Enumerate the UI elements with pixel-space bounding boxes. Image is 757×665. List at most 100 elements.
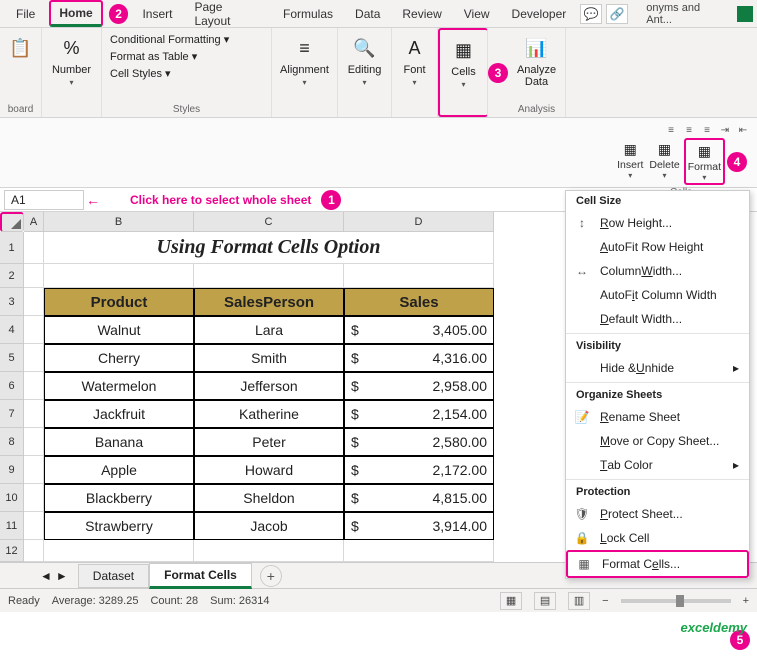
- table-cell-product[interactable]: Walnut: [44, 316, 194, 344]
- tab-home[interactable]: Home: [49, 0, 102, 27]
- outdent-icon[interactable]: ⇤: [735, 122, 751, 138]
- table-cell-sp[interactable]: Jefferson: [194, 372, 344, 400]
- table-cell-product[interactable]: Cherry: [44, 344, 194, 372]
- dd-rename-sheet[interactable]: 📝Rename SheetRename Sheet: [566, 405, 749, 429]
- table-cell-sp[interactable]: Lara: [194, 316, 344, 344]
- alignment-button[interactable]: ≡Alignment▾: [276, 32, 333, 89]
- font-button[interactable]: AFont▾: [397, 32, 433, 89]
- table-cell-product[interactable]: Blackberry: [44, 484, 194, 512]
- analyze-data-button[interactable]: 📊Analyze Data: [513, 32, 560, 90]
- view-pagebreak-icon[interactable]: ▥: [568, 592, 590, 610]
- tab-data[interactable]: Data: [347, 3, 388, 25]
- indent-icon[interactable]: ⇥: [717, 122, 733, 138]
- table-cell-product[interactable]: Strawberry: [44, 512, 194, 540]
- clipboard-button[interactable]: 📋: [3, 32, 39, 64]
- dd-default-width[interactable]: Default Width...Default Width...: [566, 307, 749, 331]
- table-cell-sp[interactable]: Howard: [194, 456, 344, 484]
- table-cell-sp[interactable]: Jacob: [194, 512, 344, 540]
- tab-view[interactable]: View: [456, 3, 498, 25]
- table-cell-sp[interactable]: Peter: [194, 428, 344, 456]
- cells-button[interactable]: ▦Cells▾: [446, 34, 482, 91]
- align-right-icon[interactable]: ≡: [699, 122, 715, 138]
- tab-review[interactable]: Review: [394, 3, 449, 25]
- table-cell-sp[interactable]: Katherine: [194, 400, 344, 428]
- dd-autofit-col[interactable]: AutoFit Column WidthAutoFit Column Width: [566, 283, 749, 307]
- sheet-tab-dataset[interactable]: Dataset: [78, 564, 149, 588]
- dd-autofit-row[interactable]: AutoFit Row HeightAutoFit Row Height: [566, 235, 749, 259]
- table-cell-sales[interactable]: $2,172.00: [344, 456, 494, 484]
- share-icon[interactable]: 🔗: [606, 4, 628, 24]
- row-head[interactable]: 1: [0, 232, 24, 264]
- table-cell-sales[interactable]: $3,914.00: [344, 512, 494, 540]
- col-head-d[interactable]: D: [344, 212, 494, 232]
- delete-cells-button[interactable]: ▦Delete▾: [647, 138, 681, 185]
- table-cell-sales[interactable]: $2,580.00: [344, 428, 494, 456]
- sheet-nav-prev-icon[interactable]: ◄: [40, 569, 52, 583]
- tab-pagelayout[interactable]: Page Layout: [186, 0, 269, 32]
- sheet-title[interactable]: Using Format Cells Option: [44, 232, 494, 264]
- dd-move-copy[interactable]: Move or Copy Sheet...Move or Copy Sheet.…: [566, 429, 749, 453]
- row-head[interactable]: 7: [0, 400, 24, 428]
- table-cell-product[interactable]: Jackfruit: [44, 400, 194, 428]
- row-head[interactable]: 8: [0, 428, 24, 456]
- zoom-slider[interactable]: [621, 599, 731, 603]
- format-as-table[interactable]: Format as Table ▾: [108, 49, 231, 64]
- row-head[interactable]: 6: [0, 372, 24, 400]
- format-cells-button[interactable]: ▦Format▾: [684, 138, 725, 185]
- header-sales[interactable]: Sales: [344, 288, 494, 316]
- conditional-formatting[interactable]: Conditional Formatting ▾: [108, 32, 231, 47]
- lock-icon: 🔒: [574, 530, 590, 546]
- table-cell-sp[interactable]: Smith: [194, 344, 344, 372]
- zoom-out-button[interactable]: −: [602, 595, 608, 607]
- row-head[interactable]: 9: [0, 456, 24, 484]
- number-button[interactable]: %Number▾: [48, 32, 95, 89]
- view-normal-icon[interactable]: ▦: [500, 592, 522, 610]
- comments-icon[interactable]: 💬: [580, 4, 602, 24]
- sheet-tab-formatcells[interactable]: Format Cells: [149, 563, 252, 589]
- insert-cells-button[interactable]: ▦Insert▾: [615, 138, 645, 185]
- select-all-triangle[interactable]: [0, 212, 24, 232]
- tab-insert[interactable]: Insert: [134, 3, 180, 25]
- tab-file[interactable]: File: [8, 3, 43, 25]
- row-head[interactable]: 10: [0, 484, 24, 512]
- zoom-in-button[interactable]: +: [743, 595, 749, 607]
- editing-button[interactable]: 🔍Editing▾: [344, 32, 386, 89]
- table-cell-sales[interactable]: $3,405.00: [344, 316, 494, 344]
- dd-row-height[interactable]: ↕Row Row Height...Height...: [566, 211, 749, 235]
- row-head[interactable]: 12: [0, 540, 24, 562]
- dd-format-cells[interactable]: ▦Format Cells...Format Cells...: [566, 550, 749, 578]
- col-head-c[interactable]: C: [194, 212, 344, 232]
- table-cell-product[interactable]: Watermelon: [44, 372, 194, 400]
- dd-hide-unhide[interactable]: Hide & UnhideHide & Unhide▸: [566, 356, 749, 380]
- dd-column-width[interactable]: ↔Column Width...Column Width...: [566, 259, 749, 283]
- header-product[interactable]: Product: [44, 288, 194, 316]
- cell-styles[interactable]: Cell Styles ▾: [108, 66, 231, 81]
- table-cell-product[interactable]: Apple: [44, 456, 194, 484]
- col-head-b[interactable]: B: [44, 212, 194, 232]
- row-head[interactable]: 11: [0, 512, 24, 540]
- col-head-a[interactable]: A: [24, 212, 44, 232]
- table-cell-sp[interactable]: Sheldon: [194, 484, 344, 512]
- worksheet[interactable]: Using Format Cells Option Product SalesP…: [24, 232, 494, 562]
- align-center-icon[interactable]: ≡: [681, 122, 697, 138]
- table-cell-sales[interactable]: $2,154.00: [344, 400, 494, 428]
- sheet-nav-next-icon[interactable]: ►: [56, 569, 68, 583]
- dd-lock-cell[interactable]: 🔒Lock CellLock Cell: [566, 526, 749, 550]
- dd-tab-color[interactable]: Tab ColorTab Color▸: [566, 453, 749, 477]
- align-left-icon[interactable]: ≡: [663, 122, 679, 138]
- dd-protect-sheet[interactable]: 🛡Protect Sheet...Protect Sheet...: [566, 502, 749, 526]
- name-box[interactable]: A1: [4, 190, 84, 210]
- row-head[interactable]: 5: [0, 344, 24, 372]
- table-cell-sales[interactable]: $4,815.00: [344, 484, 494, 512]
- row-head[interactable]: 2: [0, 264, 24, 288]
- table-cell-sales[interactable]: $4,316.00: [344, 344, 494, 372]
- row-head[interactable]: 3: [0, 288, 24, 316]
- tab-developer[interactable]: Developer: [504, 3, 575, 25]
- table-cell-product[interactable]: Banana: [44, 428, 194, 456]
- row-head[interactable]: 4: [0, 316, 24, 344]
- header-salesperson[interactable]: SalesPerson: [194, 288, 344, 316]
- add-sheet-button[interactable]: +: [260, 565, 282, 587]
- tab-formulas[interactable]: Formulas: [275, 3, 341, 25]
- view-pagelayout-icon[interactable]: ▤: [534, 592, 556, 610]
- table-cell-sales[interactable]: $2,958.00: [344, 372, 494, 400]
